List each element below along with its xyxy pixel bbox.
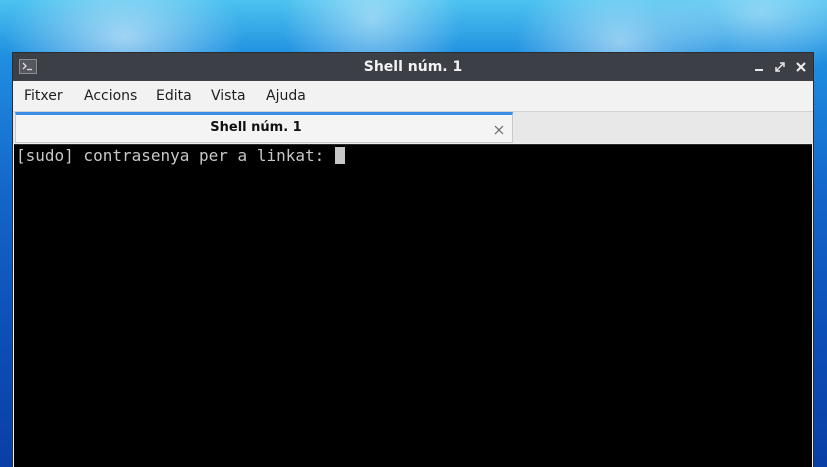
text-cursor	[334, 147, 345, 164]
maximize-icon[interactable]	[773, 60, 787, 74]
terminal-line: [sudo] contrasenya per a linkat:	[16, 146, 345, 166]
menu-vista[interactable]: Vista	[211, 81, 246, 111]
title-bar[interactable]: Shell núm. 1	[13, 53, 813, 81]
terminal-window: Shell núm. 1 Fitxer Accions Edita Vista …	[13, 53, 813, 467]
desktop-background: Shell núm. 1 Fitxer Accions Edita Vista …	[0, 0, 827, 467]
tab-shell-1[interactable]: Shell núm. 1	[15, 112, 513, 143]
close-icon[interactable]	[794, 60, 808, 74]
menu-edita[interactable]: Edita	[156, 81, 192, 111]
window-title: Shell núm. 1	[363, 59, 463, 75]
tab-bar: Shell núm. 1	[13, 111, 813, 143]
menu-bar: Fitxer Accions Edita Vista Ajuda	[13, 81, 813, 111]
menu-ajuda[interactable]: Ajuda	[266, 81, 306, 111]
minimize-icon[interactable]	[752, 60, 766, 74]
menu-fitxer[interactable]: Fitxer	[24, 81, 63, 111]
tab-close-icon[interactable]	[493, 121, 505, 135]
sudo-password-prompt: [sudo] contrasenya per a linkat:	[16, 146, 334, 165]
tab-label: Shell núm. 1	[210, 120, 302, 135]
terminal-output[interactable]: [sudo] contrasenya per a linkat:	[14, 144, 812, 467]
menu-accions[interactable]: Accions	[84, 81, 137, 111]
